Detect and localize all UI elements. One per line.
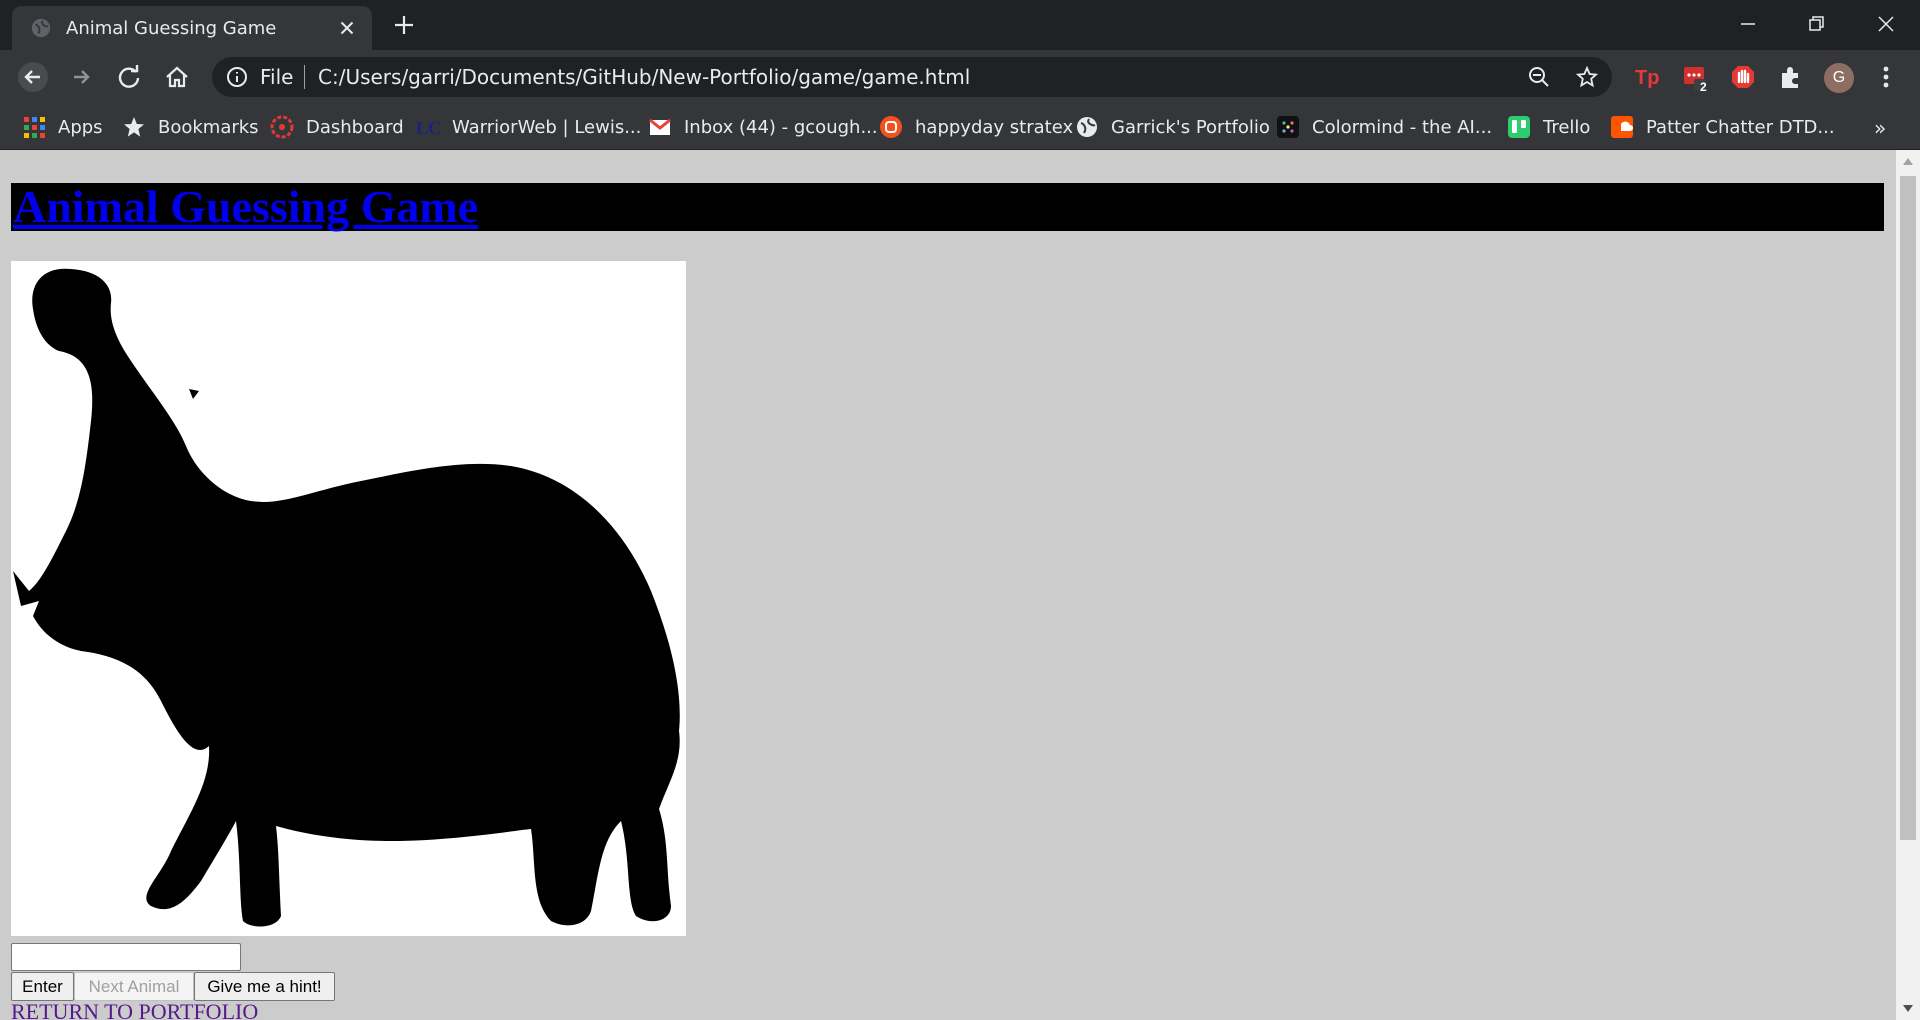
close-window-icon[interactable] bbox=[1872, 10, 1900, 38]
warriorweb-icon: LC bbox=[416, 118, 440, 138]
bookmark-label: Inbox (44) - gcough... bbox=[684, 116, 878, 138]
bookmark-warriorweb[interactable]: LC WarriorWeb | Lewis... bbox=[416, 112, 641, 142]
forward-icon[interactable] bbox=[66, 62, 96, 92]
reload-icon[interactable] bbox=[114, 62, 144, 92]
scrollbar-thumb[interactable] bbox=[1900, 176, 1916, 840]
next-animal-button[interactable]: Next Animal bbox=[74, 972, 194, 1001]
bookmark-label: Garrick's Portfolio bbox=[1111, 116, 1270, 138]
home-icon[interactable] bbox=[162, 62, 192, 92]
more-menu-icon[interactable] bbox=[1874, 64, 1898, 90]
gmail-icon bbox=[649, 118, 671, 135]
bookmark-bookmarks[interactable]: Bookmarks bbox=[122, 112, 259, 142]
page-title[interactable]: Animal Guessing Game bbox=[13, 183, 478, 231]
bookmark-label: happyday stratex bbox=[915, 116, 1074, 138]
dashboard-icon bbox=[270, 115, 294, 139]
scroll-up-arrow-icon[interactable] bbox=[1902, 156, 1914, 166]
apps-grid-icon bbox=[24, 117, 45, 138]
bookmark-label: Bookmarks bbox=[158, 116, 259, 138]
bookmarks-bar: Apps Bookmarks Dashboard LC WarriorWeb |… bbox=[0, 104, 1920, 150]
profile-avatar[interactable]: G bbox=[1824, 63, 1854, 93]
minimize-icon[interactable] bbox=[1734, 10, 1762, 38]
vertical-scrollbar[interactable] bbox=[1896, 150, 1920, 1020]
bookmark-inbox[interactable]: Inbox (44) - gcough... bbox=[648, 112, 878, 142]
svg-text:LC: LC bbox=[416, 118, 440, 138]
info-icon[interactable] bbox=[226, 66, 248, 88]
guess-input[interactable] bbox=[11, 943, 241, 971]
restore-icon[interactable] bbox=[1802, 10, 1830, 38]
bookmark-label: Dashboard bbox=[306, 116, 404, 138]
svg-text:Tp: Tp bbox=[1635, 67, 1659, 89]
bookmark-label: Patter Chatter DTD... bbox=[1646, 116, 1835, 138]
blocker-extension-icon[interactable] bbox=[1730, 64, 1756, 90]
browser-titlebar: Animal Guessing Game bbox=[0, 0, 1920, 50]
colormind-icon bbox=[1277, 116, 1299, 138]
close-tab-icon[interactable] bbox=[336, 17, 358, 39]
bookmark-label: WarriorWeb | Lewis... bbox=[452, 116, 642, 138]
bookmark-apps[interactable]: Apps bbox=[22, 112, 103, 142]
trello-icon bbox=[1508, 116, 1530, 138]
soundcloud-icon bbox=[1611, 116, 1633, 138]
browser-toolbar: File C:/Users/garri/Documents/GitHub/New… bbox=[0, 50, 1920, 104]
bookmark-label: Apps bbox=[58, 116, 103, 138]
address-bar[interactable]: File C:/Users/garri/Documents/GitHub/New… bbox=[212, 57, 1612, 97]
bookmark-colormind[interactable]: Colormind - the AI... bbox=[1276, 112, 1492, 142]
enter-button[interactable]: Enter bbox=[11, 972, 74, 1001]
page-viewport: Animal Guessing Game Enter Next Animal G… bbox=[0, 150, 1896, 1020]
new-tab-icon[interactable] bbox=[392, 13, 416, 37]
bookmark-label: Colormind - the AI... bbox=[1312, 116, 1493, 138]
more-bookmarks-chevron-icon[interactable]: » bbox=[1874, 116, 1898, 140]
back-icon[interactable] bbox=[18, 62, 48, 92]
tab-title: Animal Guessing Game bbox=[66, 18, 277, 39]
return-to-portfolio-link[interactable]: RETURN TO PORTFOLIO bbox=[11, 999, 258, 1020]
animal-image bbox=[11, 261, 686, 936]
hint-button[interactable]: Give me a hint! bbox=[194, 972, 335, 1001]
extension-badge: 2 bbox=[1700, 80, 1707, 94]
bookmark-dashboard[interactable]: Dashboard bbox=[270, 112, 404, 142]
scroll-down-arrow-icon[interactable] bbox=[1902, 1004, 1914, 1014]
bookmark-portfolio[interactable]: Garrick's Portfolio bbox=[1075, 112, 1270, 142]
url-text[interactable]: C:/Users/garri/Documents/GitHub/New-Port… bbox=[318, 65, 970, 89]
star-icon bbox=[124, 117, 144, 137]
happyday-icon bbox=[880, 116, 902, 138]
tp-extension-icon[interactable]: Tp bbox=[1634, 64, 1660, 90]
browser-tab[interactable]: Animal Guessing Game bbox=[12, 6, 372, 50]
hippo-silhouette bbox=[13, 268, 680, 927]
zoom-out-icon[interactable] bbox=[1528, 66, 1550, 88]
globe-icon bbox=[1077, 117, 1097, 137]
page-header: Animal Guessing Game bbox=[11, 183, 1884, 231]
address-divider bbox=[304, 65, 305, 89]
star-icon[interactable] bbox=[1576, 66, 1598, 88]
globe-icon bbox=[31, 18, 51, 38]
bookmark-label: Trello bbox=[1543, 116, 1591, 138]
puzzle-extensions-icon[interactable] bbox=[1778, 64, 1804, 90]
bookmark-patter-chatter[interactable]: Patter Chatter DTD... bbox=[1610, 112, 1835, 142]
scheme-label: File bbox=[260, 65, 294, 89]
bookmark-happyday[interactable]: happyday stratex bbox=[879, 112, 1073, 142]
bookmark-trello[interactable]: Trello bbox=[1507, 112, 1590, 142]
